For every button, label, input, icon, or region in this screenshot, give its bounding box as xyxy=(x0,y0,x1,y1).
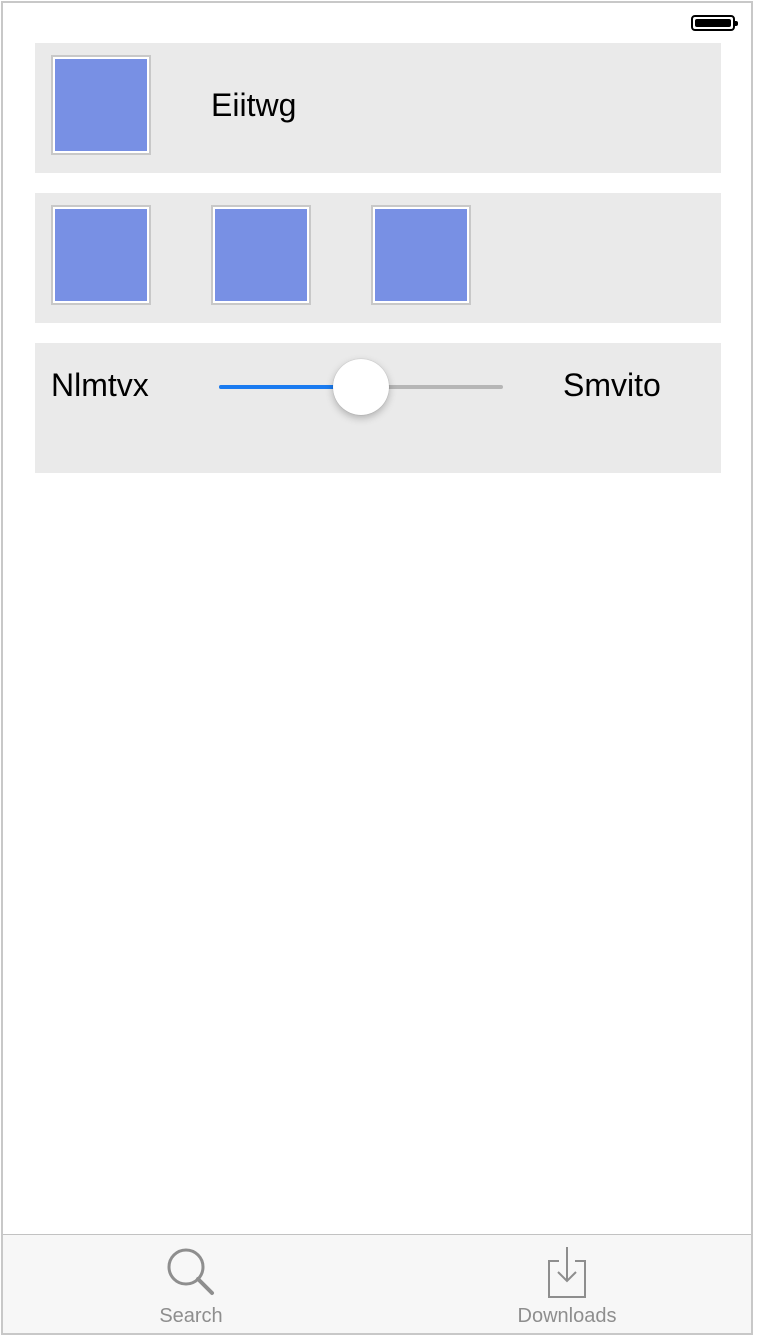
image-tile[interactable] xyxy=(51,55,151,155)
tab-label: Search xyxy=(159,1305,223,1327)
row-label: Eiitwg xyxy=(211,87,297,123)
downloads-icon xyxy=(548,1247,586,1298)
slider-min-label: Nlmtvx xyxy=(51,367,149,403)
image-tile-1[interactable] xyxy=(51,205,151,305)
app-screen: Eiitwg Nlmtvx Smvito Search Downloads xyxy=(1,1,753,1335)
slider[interactable] xyxy=(219,359,503,415)
slider-thumb[interactable] xyxy=(333,359,389,415)
image-tile-2[interactable] xyxy=(211,205,311,305)
tab-downloads[interactable]: Downloads xyxy=(379,1235,751,1333)
slider-max-label: Smvito xyxy=(563,367,661,403)
search-icon xyxy=(167,1248,214,1295)
battery-icon xyxy=(691,15,738,31)
battery-level xyxy=(695,19,731,27)
tab-label: Downloads xyxy=(517,1305,617,1327)
image-label-row: Eiitwg xyxy=(35,43,721,173)
image-grid-row xyxy=(35,193,721,323)
tab-search[interactable]: Search xyxy=(3,1235,379,1333)
slider-row: Nlmtvx Smvito xyxy=(35,343,721,473)
image-tile-3[interactable] xyxy=(371,205,471,305)
tab-bar: Search Downloads xyxy=(3,1234,751,1333)
